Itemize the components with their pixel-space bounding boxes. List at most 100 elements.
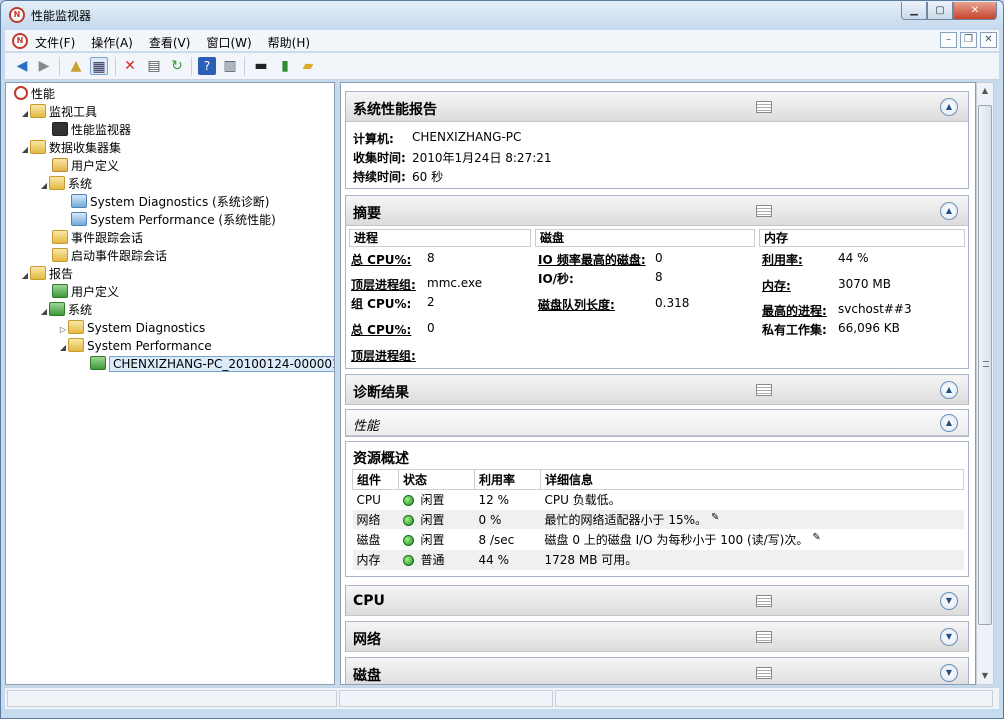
top-process-group-link[interactable]: 顶层进程组: — [351, 278, 416, 292]
menu-file[interactable]: 文件(F) — [35, 34, 75, 51]
table-view-icon[interactable] — [756, 667, 772, 679]
folder-icon — [52, 248, 68, 262]
tree-node-startup-event-trace-sessions[interactable]: 启动事件跟踪会话 — [52, 247, 167, 265]
collapse-icon[interactable]: ◢ — [20, 267, 30, 285]
section-title: 摘要 — [353, 206, 381, 222]
scroll-up-icon[interactable]: ▲ — [977, 83, 993, 99]
tree-node-monitoring-tools[interactable]: ◢ 监视工具 — [20, 103, 97, 121]
edit-icon[interactable]: ✎ — [711, 512, 719, 523]
print-icon[interactable]: ▤ — [145, 57, 163, 75]
collapse-section-icon[interactable]: ▲ — [940, 414, 958, 432]
expand-section-icon[interactable]: ▼ — [940, 628, 958, 646]
delete-icon[interactable]: ✕ — [121, 57, 139, 75]
section-title: 网络 — [353, 632, 381, 648]
collapse-section-icon[interactable]: ▲ — [940, 98, 958, 116]
io-per-sec-label: IO/秒: — [538, 272, 574, 286]
tree-node-data-collector-sets[interactable]: ◢ 数据收集器集 — [20, 139, 121, 157]
menu-view[interactable]: 查看(V) — [149, 34, 191, 51]
maximize-button[interactable]: ▢ — [927, 2, 953, 20]
cpu-section: CPU ▼ — [345, 585, 969, 616]
tree-node-reports-system-performance[interactable]: ◢ System Performance — [58, 337, 212, 355]
up-folder-icon[interactable]: ▲ — [67, 57, 85, 75]
tree-node-report-instance[interactable]: CHENXIZHANG-PC_20100124-000001 — [90, 355, 334, 373]
top-io-disk-link[interactable]: IO 频率最高的磁盘: — [538, 253, 646, 267]
status-ok-icon — [402, 515, 414, 526]
collector-icon — [71, 212, 87, 226]
mdi-minimize-button[interactable]: – — [940, 32, 957, 48]
title-bar[interactable]: N 性能监视器 ▁ ▢ ✕ — [1, 1, 1003, 29]
folder-icon[interactable]: ▰ — [299, 57, 317, 75]
collapse-icon[interactable]: ◢ — [20, 105, 30, 123]
tree-node-system[interactable]: ◢ 系统 — [39, 175, 92, 193]
monitor-icon — [52, 122, 68, 136]
top-process-link[interactable]: 最高的进程: — [762, 304, 827, 318]
status-ok-icon — [402, 555, 414, 567]
tree-node-reports-user-defined[interactable]: 用户定义 — [52, 283, 119, 301]
tree-node-reports-system[interactable]: ◢ 系统 — [39, 301, 92, 319]
tree-node-reports[interactable]: ◢ 报告 — [20, 265, 73, 283]
refresh-icon[interactable]: ↻ — [168, 57, 186, 75]
tree-node-reports-system-diagnostics[interactable]: ▷ System Diagnostics — [58, 319, 205, 337]
memory-header: 内存 — [759, 229, 965, 247]
collect-time: 2010年1月24日 8:27:21 — [412, 151, 552, 165]
scroll-down-icon[interactable]: ▼ — [977, 668, 993, 684]
collapse-icon[interactable]: ◢ — [20, 141, 30, 159]
show-hide-tree-icon[interactable]: ▦ — [90, 57, 108, 75]
collapse-icon[interactable]: ◢ — [39, 177, 49, 195]
total-cpu-link[interactable]: 总 CPU%: — [351, 253, 411, 267]
graph-view-icon[interactable]: ▬ — [252, 57, 270, 75]
menu-action[interactable]: 操作(A) — [91, 34, 133, 51]
window-title: 性能监视器 — [31, 9, 92, 23]
memory-link[interactable]: 内存: — [762, 279, 791, 293]
folder-icon — [68, 320, 84, 334]
minimize-button[interactable]: ▁ — [901, 2, 927, 20]
report-view-icon[interactable]: ▮ — [276, 57, 294, 75]
tree-node-system-performance-set[interactable]: System Performance (系统性能) — [71, 211, 276, 229]
collapse-section-icon[interactable]: ▲ — [940, 381, 958, 399]
forward-icon[interactable]: ▶ — [35, 57, 53, 75]
close-button[interactable]: ✕ — [953, 2, 997, 20]
tree-node-system-diagnostics-set[interactable]: System Diagnostics (系统诊断) — [71, 193, 269, 211]
system-menu-icon[interactable]: N — [12, 33, 28, 49]
expand-section-icon[interactable]: ▼ — [940, 592, 958, 610]
collector-icon — [71, 194, 87, 208]
menu-help[interactable]: 帮助(H) — [268, 34, 310, 51]
disk-queue-link[interactable]: 磁盘队列长度: — [538, 298, 615, 312]
tree-node-user-defined[interactable]: 用户定义 — [52, 157, 119, 175]
section-title: 磁盘 — [353, 668, 381, 684]
collapse-section-icon[interactable]: ▲ — [940, 202, 958, 220]
report-icon — [52, 284, 68, 298]
tree-node-event-trace-sessions[interactable]: 事件跟踪会话 — [52, 229, 143, 247]
folder-icon — [30, 140, 46, 154]
back-icon[interactable]: ◀ — [13, 57, 31, 75]
collapse-icon[interactable]: ◢ — [39, 303, 49, 321]
section-title: 系统性能报告 — [353, 102, 437, 118]
users-icon — [52, 158, 68, 172]
expand-section-icon[interactable]: ▼ — [940, 664, 958, 682]
system-performance-report-section: 系统性能报告 ▲ 计算机: CHENXIZHANG-PC 收集时间: 2010年… — [345, 91, 969, 189]
table-view-icon[interactable] — [756, 595, 772, 607]
performance-icon — [14, 86, 28, 100]
edit-icon[interactable]: ✎ — [812, 532, 820, 543]
mdi-restore-button[interactable]: ❐ — [960, 32, 977, 48]
top-process-group-link-2[interactable]: 顶层进程组: — [351, 349, 416, 363]
total-cpu-link-2[interactable]: 总 CPU%: — [351, 323, 411, 337]
memory-utilization-link[interactable]: 利用率: — [762, 253, 803, 267]
memory-utilization-value: 44 % — [838, 251, 869, 265]
table-view-icon[interactable] — [756, 631, 772, 643]
properties-icon[interactable]: ▥ — [221, 57, 239, 75]
mdi-close-button[interactable]: ✕ — [980, 32, 997, 48]
collapse-icon[interactable]: ◢ — [58, 339, 68, 357]
help-icon[interactable]: ? — [198, 57, 216, 75]
table-view-icon[interactable] — [756, 205, 772, 217]
vertical-scrollbar[interactable]: ▲ ▼ — [976, 82, 994, 685]
performance-monitor-icon: N — [9, 7, 25, 23]
table-view-icon[interactable] — [756, 384, 772, 396]
table-view-icon[interactable] — [756, 101, 772, 113]
tree-node-performance-monitor[interactable]: 性能监视器 — [52, 121, 131, 139]
folder-icon — [52, 230, 68, 244]
column-header: 利用率 — [474, 469, 541, 490]
scroll-thumb[interactable] — [978, 105, 992, 625]
menu-window[interactable]: 窗口(W) — [206, 34, 251, 51]
tree-node-performance[interactable]: 性能 — [14, 85, 55, 103]
